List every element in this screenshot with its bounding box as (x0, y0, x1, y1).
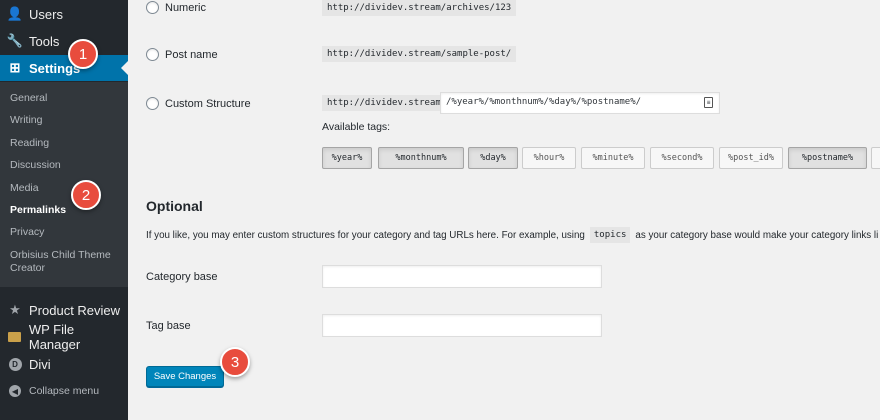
tag-button-hour[interactable]: %hour% (522, 147, 576, 169)
custom-structure-value: /%year%/%monthnum%/%day%/%postname%/ (446, 97, 642, 107)
admin-sidebar: 👤 Users 🔧 Tools ⊞ Settings General Writi… (0, 0, 128, 420)
optional-desc-after: as your category base would make your ca… (635, 229, 879, 241)
settings-submenu: General Writing Reading Discussion Media… (0, 82, 128, 287)
custom-structure-prefix: http://dividev.stream (322, 95, 446, 111)
settings-icon: ⊞ (9, 60, 21, 75)
available-tags-label: Available tags: (322, 121, 391, 133)
post-name-example-url: http://dividev.stream/sample-post/ (322, 46, 517, 62)
wrench-icon: 🔧 (6, 33, 24, 48)
custom-structure-radio[interactable] (146, 97, 159, 110)
users-icon: 👤 (6, 6, 24, 21)
tag-button-second[interactable]: %second% (650, 147, 714, 169)
active-menu-arrow (121, 61, 128, 75)
tag-button-day[interactable]: %day% (468, 147, 518, 169)
submenu-writing[interactable]: Writing (10, 114, 42, 127)
optional-description: If you like, you may enter custom struct… (146, 227, 878, 243)
submenu-reading[interactable]: Reading (10, 137, 49, 150)
menu-item-tools-label: Tools (29, 33, 60, 49)
permalink-option-custom[interactable]: Custom Structure (146, 97, 251, 110)
menu-item-tools[interactable]: 🔧 Tools (0, 28, 128, 54)
save-changes-button[interactable]: Save Changes (146, 366, 224, 387)
collapse-arrow-icon: ◀ (9, 385, 21, 397)
menu-item-product-review-label: Product Review (29, 302, 121, 318)
optional-desc-before: If you like, you may enter custom struct… (146, 229, 585, 241)
step-badge-2: 2 (71, 180, 101, 210)
collapse-menu-button[interactable]: ◀ Collapse menu (0, 378, 128, 404)
menu-item-wp-file-manager[interactable]: WP File Manager (0, 322, 128, 352)
menu-item-users[interactable]: 👤 Users (0, 1, 128, 27)
step-badge-3: 3 (220, 347, 250, 377)
menu-item-users-label: Users (29, 6, 63, 22)
menu-item-settings[interactable]: ⊞ Settings (0, 55, 128, 81)
tag-button-post-id[interactable]: %post_id% (719, 147, 783, 169)
submenu-discussion[interactable]: Discussion (10, 159, 61, 172)
tag-button-postname[interactable]: %postname% (788, 147, 867, 169)
collapse-menu-label: Collapse menu (29, 385, 100, 397)
tag-button-monthnum[interactable]: %monthnum% (378, 147, 464, 169)
numeric-example-url: http://dividev.stream/archives/123 (322, 0, 517, 16)
submenu-orbisius-child-theme[interactable]: Orbisius Child Theme (10, 249, 111, 262)
star-icon: ★ (9, 302, 21, 317)
menu-item-wp-file-manager-label: WP File Manager (28, 322, 81, 352)
post-name-radio[interactable] (146, 48, 159, 61)
submenu-privacy[interactable]: Privacy (10, 226, 44, 239)
category-base-input[interactable] (322, 265, 602, 288)
clipboard-icon[interactable]: ≡ (704, 97, 713, 108)
step-badge-1: 1 (68, 39, 98, 69)
tag-base-input[interactable] (322, 314, 602, 337)
permalink-option-post-name[interactable]: Post name (146, 48, 218, 61)
custom-structure-label: Custom Structure (165, 97, 251, 110)
folder-icon (8, 330, 22, 344)
optional-section-title: Optional (146, 198, 203, 214)
permalink-option-numeric[interactable]: Numeric (146, 1, 206, 14)
numeric-radio[interactable] (146, 1, 159, 14)
tag-base-label: Tag base (146, 320, 191, 332)
submenu-media[interactable]: Media (10, 182, 39, 195)
menu-item-product-review[interactable]: ★ Product Review (0, 297, 128, 323)
menu-item-divi[interactable]: D Divi (0, 351, 128, 377)
optional-desc-code: topics (589, 227, 631, 243)
tag-button-overflow[interactable] (871, 147, 880, 169)
divi-icon: D (8, 357, 22, 371)
submenu-orbisius-creator[interactable]: Creator (10, 262, 45, 275)
post-name-label: Post name (165, 48, 218, 61)
submenu-permalinks[interactable]: Permalinks (10, 204, 66, 217)
tag-button-year[interactable]: %year% (322, 147, 372, 169)
tag-button-minute[interactable]: %minute% (581, 147, 645, 169)
numeric-label: Numeric (165, 1, 206, 14)
custom-structure-input[interactable]: /%year%/%monthnum%/%day%/%postname%/ ≡ (440, 92, 720, 114)
menu-item-divi-label: Divi (29, 356, 51, 372)
submenu-general[interactable]: General (10, 92, 47, 105)
category-base-label: Category base (146, 271, 218, 283)
